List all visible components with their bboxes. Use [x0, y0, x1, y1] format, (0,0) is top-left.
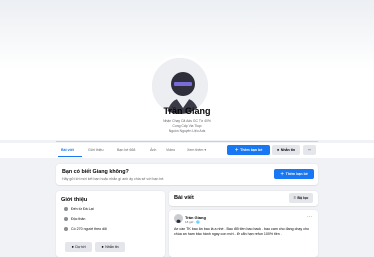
post-more-icon[interactable]: ···: [307, 214, 312, 220]
tab-photos[interactable]: Ảnh: [150, 148, 156, 152]
chip-label: Dự tới: [75, 245, 86, 249]
post-author-avatar[interactable]: [174, 214, 183, 223]
friend-suggestion-card: Bạn có biết Giang không? Hãy gửi lời mời…: [56, 164, 318, 185]
message-label: Nhắn tin: [280, 148, 296, 152]
post-body: Ae cần TK bao ăn bao là a nhé . Bao đổi …: [174, 227, 309, 237]
tab-friends[interactable]: Bạn bè 668: [117, 148, 135, 152]
suggestion-title: Bạn có biết Giang không?: [62, 169, 129, 175]
post-card: Trần Giang 18 giờ · 🌐 ··· Ae cần TK bao …: [169, 210, 318, 257]
chat-icon: ●: [101, 244, 104, 249]
post-avatar-image: [176, 219, 181, 223]
filter-icon: ≡: [293, 195, 296, 200]
active-tab-indicator: [58, 156, 82, 158]
intro-title: Giới thiệu: [61, 197, 88, 203]
suggestion-subtitle: Hãy gửi lời mời kết bạn hoặc nhắn gì anh…: [62, 177, 165, 181]
more-options-button[interactable]: ···: [303, 145, 316, 155]
add-person-icon: ＋: [280, 171, 285, 176]
tab-friends-label: Bạn bè: [117, 148, 129, 152]
location-icon: [64, 207, 68, 211]
suggestion-add-friend-label: Thêm bạn bè: [285, 172, 308, 176]
intro-chip-message[interactable]: ● Nhắn tin: [95, 242, 125, 252]
intro-card: Giới thiệu Đến từ Đà Lạt Độc thân Có 270…: [56, 191, 165, 257]
messenger-icon: ●: [276, 147, 280, 152]
filter-label: Bộ lọc: [297, 196, 309, 200]
header-divider: [56, 141, 318, 142]
tab-more[interactable]: Xem thêm ▾: [187, 148, 206, 152]
followers-icon: [64, 227, 68, 231]
phone-icon: ●: [71, 244, 74, 249]
filter-button[interactable]: ≡ Bộ lọc: [289, 193, 313, 203]
intro-item-text: Đến từ Đà Lạt: [71, 207, 94, 211]
profile-name: Trần Giang: [163, 106, 211, 116]
friends-count: 668: [129, 148, 136, 152]
intro-item-text: Độc thân: [71, 217, 86, 221]
posts-header-card: Bài viết ≡ Bộ lọc: [169, 191, 318, 206]
message-button[interactable]: ● Nhắn tin: [272, 145, 300, 155]
intro-chip-phone[interactable]: ● Dự tới: [65, 242, 92, 252]
chip-label: Nhắn tin: [105, 245, 119, 249]
tab-posts[interactable]: Bài viết: [61, 148, 74, 152]
profile-tabs: Bài viết Giới thiệu Bạn bè 668 Ảnh Video…: [0, 143, 374, 158]
intro-item-followers[interactable]: Có 270 người theo dõi: [64, 227, 107, 231]
intro-item-text: Có 270 người theo dõi: [71, 227, 107, 231]
intro-item-hometown: Đến từ Đà Lạt: [64, 207, 94, 211]
add-person-icon: ＋: [234, 147, 239, 152]
suggestion-add-friend-button[interactable]: ＋ Thêm bạn bè: [274, 169, 314, 179]
posts-title: Bài viết: [174, 195, 194, 201]
heart-icon: [64, 217, 68, 221]
post-timestamp[interactable]: 18 giờ · 🌐: [185, 220, 200, 224]
intro-item-relationship: Độc thân: [64, 217, 85, 221]
profile-bio: Nhận Chạy Cã Ads GC Từ 40% Cung Cấp Via …: [0, 119, 374, 135]
tab-about[interactable]: Giới thiệu: [88, 148, 104, 152]
add-friend-label: Thêm bạn bè: [240, 148, 263, 152]
more-options-icon: ···: [307, 148, 312, 152]
add-friend-button[interactable]: ＋ Thêm bạn bè: [227, 145, 270, 155]
bio-line: Nguồn Nguyên Liệu Ads: [168, 129, 206, 134]
tab-videos[interactable]: Video: [166, 148, 175, 152]
